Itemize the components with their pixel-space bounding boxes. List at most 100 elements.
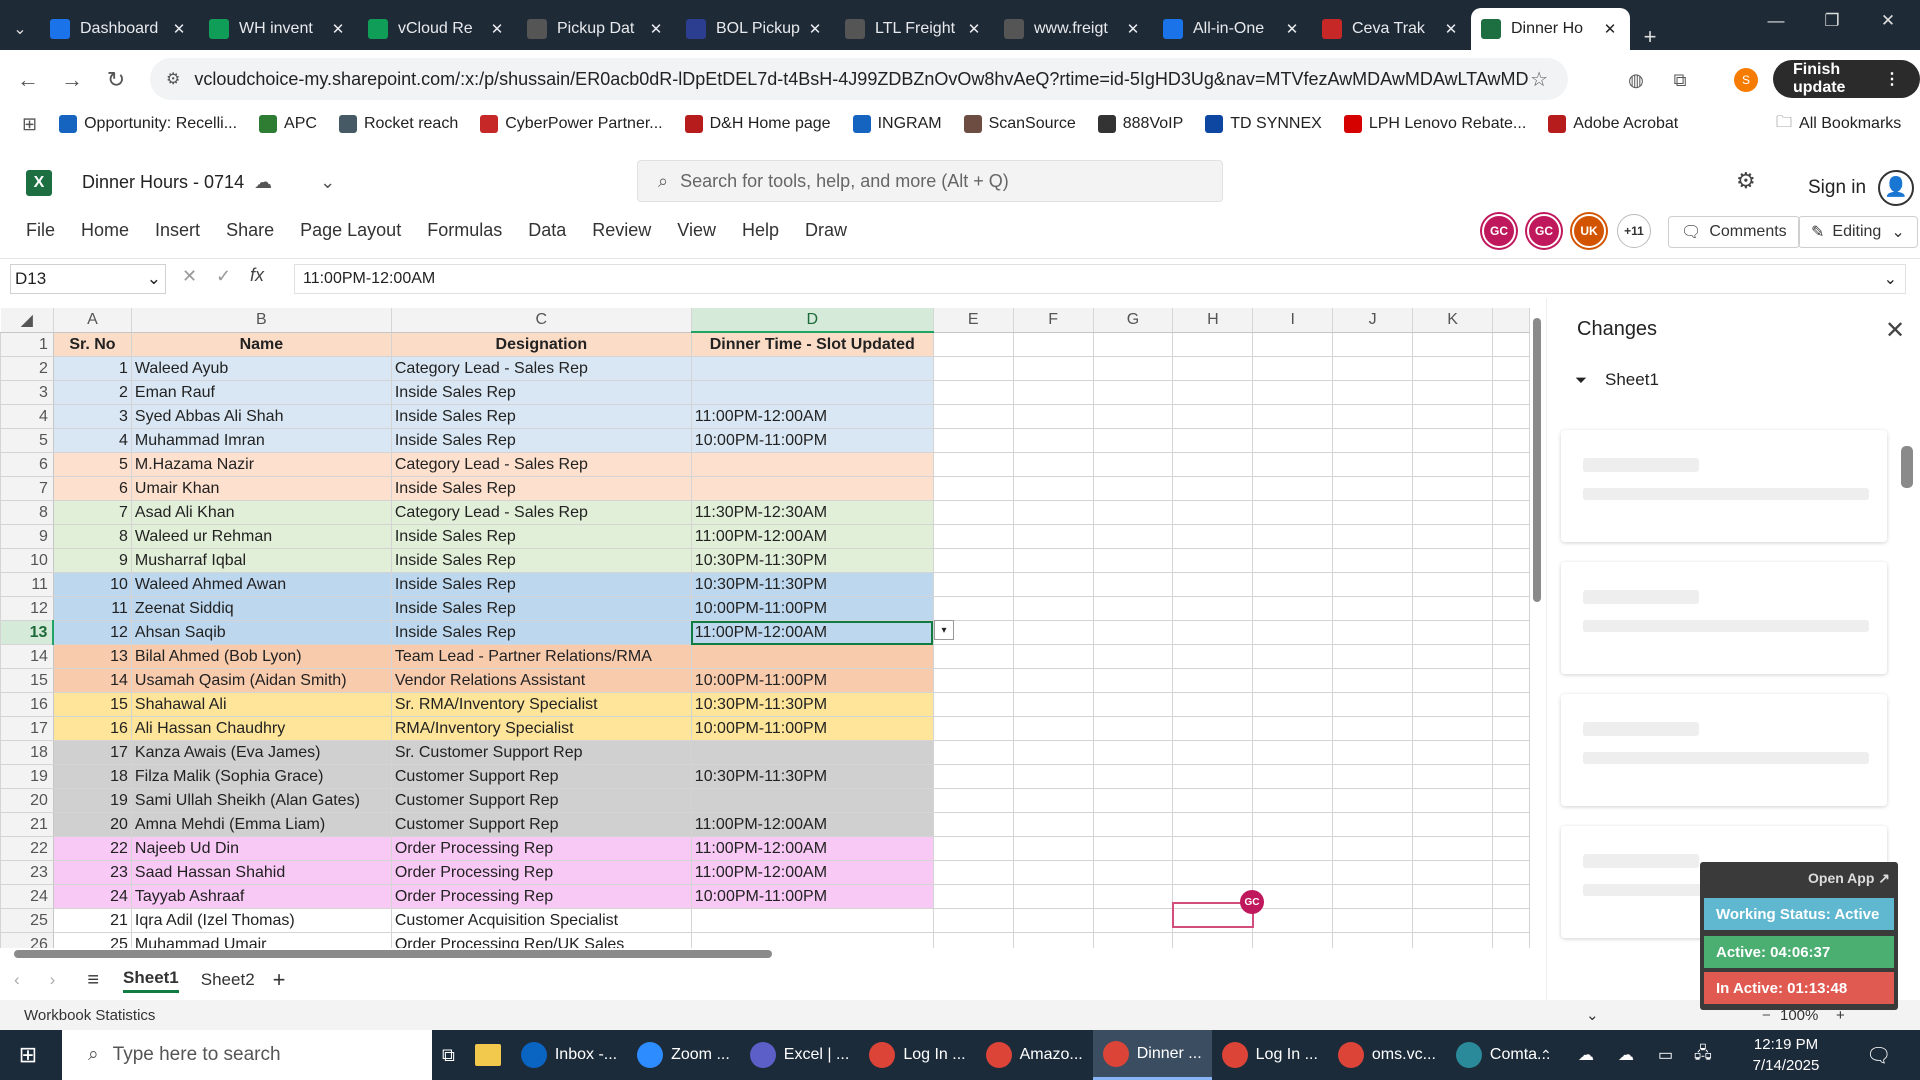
row-header[interactable]: 11 xyxy=(0,572,54,597)
empty-cell[interactable] xyxy=(1491,331,1530,357)
cell-name[interactable]: Ahsan Saqib xyxy=(130,620,392,645)
finish-update-button[interactable]: Finish update ⋮ xyxy=(1773,60,1920,98)
empty-cell[interactable] xyxy=(1332,860,1414,885)
taskbar-app[interactable]: Log In ... xyxy=(1212,1030,1328,1080)
empty-cell[interactable] xyxy=(1092,908,1174,933)
empty-cell[interactable] xyxy=(1092,596,1174,621)
cell-name[interactable]: Bilal Ahmed (Bob Lyon) xyxy=(130,644,392,669)
cell-dinner-time[interactable]: 10:00PM-11:00PM xyxy=(690,668,934,693)
cell-name[interactable]: Waleed ur Rehman xyxy=(130,524,392,549)
cancel-formula-icon[interactable]: ✕ xyxy=(182,266,197,287)
open-app-button[interactable]: Open App ↗ xyxy=(1808,870,1890,887)
empty-cell[interactable] xyxy=(1412,668,1493,693)
menu-help[interactable]: Help xyxy=(742,220,779,241)
empty-cell[interactable] xyxy=(1172,788,1254,813)
cell-sr-no[interactable]: 3 xyxy=(52,404,132,429)
network-icon[interactable]: 🖧 xyxy=(1694,1042,1712,1069)
empty-cell[interactable] xyxy=(1092,812,1174,837)
changes-filter[interactable]: ⏷ Sheet1 xyxy=(1575,370,1659,390)
empty-cell[interactable] xyxy=(1491,476,1530,501)
column-header-g[interactable]: G xyxy=(1093,308,1174,333)
empty-cell[interactable] xyxy=(1252,836,1334,861)
empty-cell[interactable] xyxy=(1092,380,1174,405)
cell-sr-no[interactable]: 20 xyxy=(52,812,132,837)
empty-cell[interactable] xyxy=(1092,692,1174,717)
empty-cell[interactable] xyxy=(1092,860,1174,885)
header-designation[interactable]: Designation xyxy=(390,331,692,357)
cell-sr-no[interactable]: 21 xyxy=(52,908,132,933)
empty-cell[interactable] xyxy=(1092,716,1174,741)
back-button[interactable]: ← xyxy=(12,64,44,96)
cell-designation[interactable]: Sr. RMA/Inventory Specialist xyxy=(390,692,692,717)
cell-designation[interactable]: Category Lead - Sales Rep xyxy=(390,500,692,525)
empty-cell[interactable] xyxy=(1332,596,1414,621)
empty-cell[interactable] xyxy=(1172,548,1254,573)
taskbar-app[interactable]: Log In ... xyxy=(859,1030,975,1080)
empty-cell[interactable] xyxy=(1332,788,1414,813)
empty-cell[interactable] xyxy=(1491,452,1530,477)
empty-cell[interactable] xyxy=(1012,596,1094,621)
bookmark-item[interactable]: INGRAM xyxy=(852,115,942,133)
row-header[interactable]: 10 xyxy=(0,548,54,573)
cell-designation[interactable]: Customer Acquisition Specialist xyxy=(390,908,692,933)
row-header[interactable]: 7 xyxy=(0,476,54,501)
browser-tab[interactable]: Pickup Dat ✕ xyxy=(517,8,676,50)
cell-dinner-time[interactable]: 10:00PM-11:00PM xyxy=(690,884,934,909)
confirm-formula-icon[interactable]: ✓ xyxy=(216,266,231,287)
empty-cell[interactable] xyxy=(1012,331,1094,357)
empty-cell[interactable] xyxy=(1491,356,1530,381)
cell-name[interactable]: Eman Rauf xyxy=(130,380,392,405)
row-header[interactable]: 16 xyxy=(0,692,54,717)
empty-cell[interactable] xyxy=(1172,572,1254,597)
empty-cell[interactable] xyxy=(1252,500,1334,525)
empty-cell[interactable] xyxy=(1252,524,1334,549)
cell-sr-no[interactable]: 2 xyxy=(52,380,132,405)
menu-insert[interactable]: Insert xyxy=(155,220,200,241)
cell-designation[interactable]: Customer Support Rep xyxy=(390,788,692,813)
empty-cell[interactable] xyxy=(1012,740,1094,765)
cell-dinner-time[interactable]: 11:00PM-12:00AM xyxy=(690,860,934,885)
sheet-tab-1[interactable]: Sheet1 xyxy=(123,968,179,993)
more-collaborators[interactable]: +11 xyxy=(1617,214,1651,248)
empty-cell[interactable] xyxy=(1332,668,1414,693)
empty-cell[interactable] xyxy=(1332,620,1414,645)
cell-sr-no[interactable]: 13 xyxy=(52,644,132,669)
row-header[interactable]: 25 xyxy=(0,908,54,933)
profile-avatar[interactable]: S xyxy=(1730,64,1762,96)
row-header[interactable]: 19 xyxy=(0,764,54,789)
empty-cell[interactable] xyxy=(1252,380,1334,405)
menu-page-layout[interactable]: Page Layout xyxy=(300,220,401,241)
cell-name[interactable]: Shahawal Ali xyxy=(130,692,392,717)
empty-cell[interactable] xyxy=(1172,596,1254,621)
column-header-d[interactable]: D xyxy=(691,308,934,333)
horizontal-scroll-thumb[interactable] xyxy=(14,950,772,958)
row-header[interactable]: 2 xyxy=(0,356,54,381)
empty-cell[interactable] xyxy=(1491,524,1530,549)
empty-cell[interactable] xyxy=(932,428,1014,453)
column-header-c[interactable]: C xyxy=(391,308,692,333)
cell-name[interactable]: Filza Malik (Sophia Grace) xyxy=(130,764,392,789)
cell-name[interactable]: Kanza Awais (Eva James) xyxy=(130,740,392,765)
empty-cell[interactable] xyxy=(1012,500,1094,525)
empty-cell[interactable] xyxy=(1412,860,1493,885)
empty-cell[interactable] xyxy=(1092,740,1174,765)
column-header-f[interactable]: F xyxy=(1013,308,1094,333)
empty-cell[interactable] xyxy=(1332,644,1414,669)
cell-sr-no[interactable]: 24 xyxy=(52,884,132,909)
menu-file[interactable]: File xyxy=(26,220,55,241)
cell-designation[interactable]: Inside Sales Rep xyxy=(390,380,692,405)
empty-cell[interactable] xyxy=(1012,812,1094,837)
close-panel-icon[interactable]: ✕ xyxy=(1885,316,1905,345)
bookmark-item[interactable]: 888VoIP xyxy=(1097,115,1183,133)
empty-cell[interactable] xyxy=(1252,692,1334,717)
empty-cell[interactable] xyxy=(1172,764,1254,789)
task-view-icon[interactable]: ⧉ xyxy=(432,1030,465,1080)
cell-designation[interactable]: Inside Sales Rep xyxy=(390,596,692,621)
empty-cell[interactable] xyxy=(1412,331,1493,357)
bookmark-item[interactable]: TD SYNNEX xyxy=(1205,115,1322,133)
empty-cell[interactable] xyxy=(1332,356,1414,381)
row-header[interactable]: 8 xyxy=(0,500,54,525)
empty-cell[interactable] xyxy=(1172,620,1254,645)
prev-sheet-icon[interactable]: ‹ xyxy=(14,970,20,990)
empty-cell[interactable] xyxy=(932,356,1014,381)
